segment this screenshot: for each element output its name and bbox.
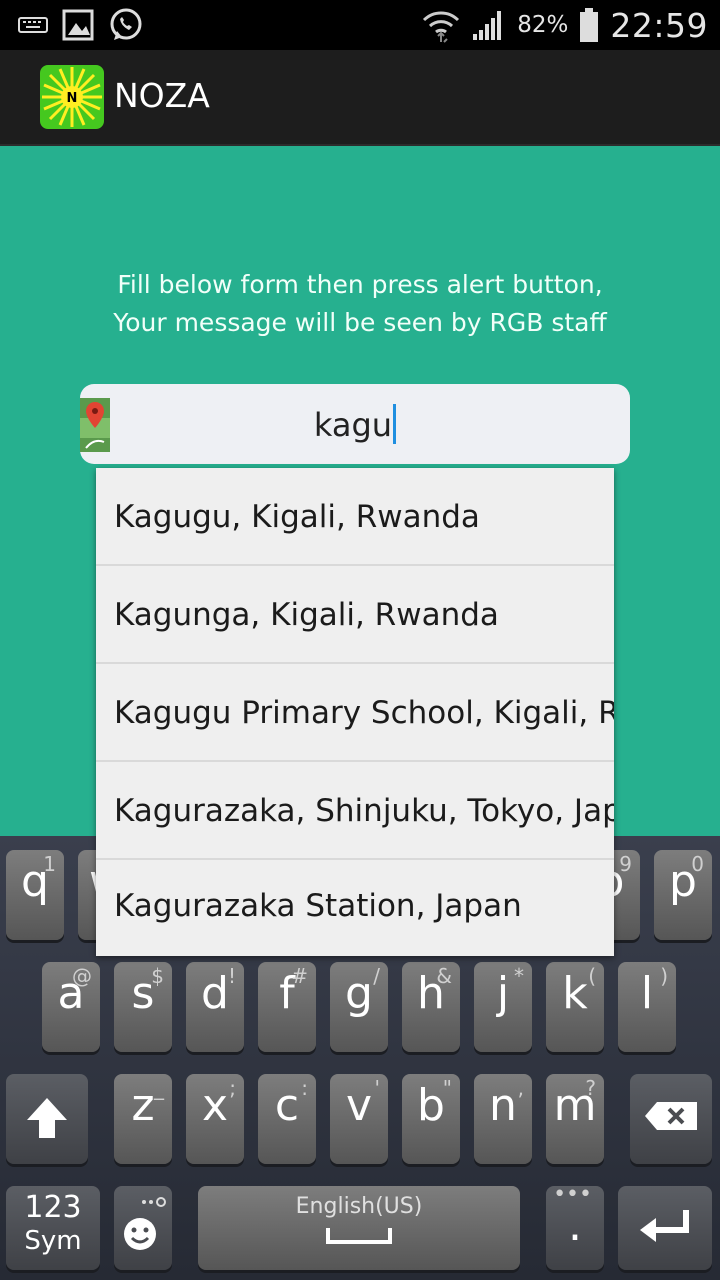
suggestion-item[interactable]: Kagunga, Kigali, Rwanda (96, 566, 614, 664)
suggestion-item[interactable]: Kagurazaka, Shinjuku, Tokyo, Japan (96, 762, 614, 860)
key-b[interactable]: b " (402, 1074, 460, 1164)
suggestion-item[interactable]: Kagugu Primary School, Kigali, Rwanda (96, 664, 614, 762)
whatsapp-icon (110, 8, 142, 40)
backspace-key[interactable] (630, 1074, 712, 1164)
space-key[interactable]: English(US) (198, 1186, 520, 1270)
suggestion-item[interactable]: Kagugu, Kigali, Rwanda (96, 468, 614, 566)
key-c[interactable]: c: (258, 1074, 316, 1164)
key-p[interactable]: p0 (654, 850, 712, 940)
signal-icon (473, 11, 502, 40)
app-logo-letter: N (67, 91, 78, 106)
search-value: kagu (313, 406, 393, 444)
key-n[interactable]: n, (474, 1074, 532, 1164)
instruction-line-2: Your message will be seen by RGB staff (113, 308, 607, 337)
key-a[interactable]: a @ (42, 962, 100, 1052)
text-cursor (393, 404, 397, 444)
space-language-label: English(US) (295, 1194, 423, 1219)
key-s[interactable]: s $ (114, 962, 172, 1052)
key-l[interactable]: l) (618, 962, 676, 1052)
battery-icon (580, 8, 599, 42)
instruction-line-1: Fill below form then press alert button, (117, 270, 603, 299)
key-v[interactable]: v ' (330, 1074, 388, 1164)
search-text: kagu (80, 404, 630, 444)
period-key[interactable]: ••• . (546, 1182, 604, 1270)
key-q[interactable]: q1 (6, 850, 64, 940)
key-f[interactable]: f # (258, 962, 316, 1052)
backspace-icon (645, 1102, 697, 1130)
key-h[interactable]: h & (402, 962, 460, 1052)
suggestion-item[interactable]: Kagurazaka Station, Japan (96, 860, 614, 956)
key-k[interactable]: k( (546, 962, 604, 1052)
sym-key-line1: 123 (24, 1190, 82, 1225)
instructions: Fill below form then press alert button,… (0, 266, 720, 342)
shift-arrow-icon (27, 1098, 67, 1138)
key-j[interactable]: j * (474, 962, 532, 1052)
shift-key[interactable] (6, 1074, 88, 1164)
app-title: NOZA (114, 76, 210, 115)
sym-key-line2: Sym (24, 1226, 82, 1256)
keyboard-icon (18, 17, 48, 33)
key-d[interactable]: d! (186, 962, 244, 1052)
sym-key[interactable]: 123 Sym (6, 1186, 100, 1270)
smiley-icon (124, 1197, 166, 1250)
enter-arrow-icon (640, 1210, 689, 1242)
status-bar: 82% 22:59 (0, 0, 720, 50)
wifi-icon (423, 11, 460, 43)
emoji-key[interactable] (114, 1186, 172, 1270)
system-icons: 82% 22:59 (421, 0, 708, 50)
period-label: . (568, 1200, 582, 1251)
key-z[interactable]: z _ (114, 1074, 172, 1164)
location-search-input[interactable]: kagu (80, 384, 630, 464)
space-bar-icon (326, 1228, 392, 1244)
action-bar: N NOZA (0, 50, 720, 146)
enter-key[interactable] (618, 1186, 712, 1270)
image-icon (62, 9, 94, 41)
screen: 82% 22:59 N NOZA Fill below form then pr… (0, 0, 720, 1280)
key-g[interactable]: g / (330, 962, 388, 1052)
app-logo-icon: N (40, 65, 104, 129)
key-m[interactable]: m? (546, 1074, 604, 1164)
battery-percent: 82% (517, 12, 569, 38)
key-x[interactable]: x; (186, 1074, 244, 1164)
clock: 22:59 (610, 5, 708, 45)
notification-icons (18, 6, 144, 44)
autocomplete-dropdown: Kagugu, Kigali, Rwanda Kagunga, Kigali, … (96, 468, 614, 956)
